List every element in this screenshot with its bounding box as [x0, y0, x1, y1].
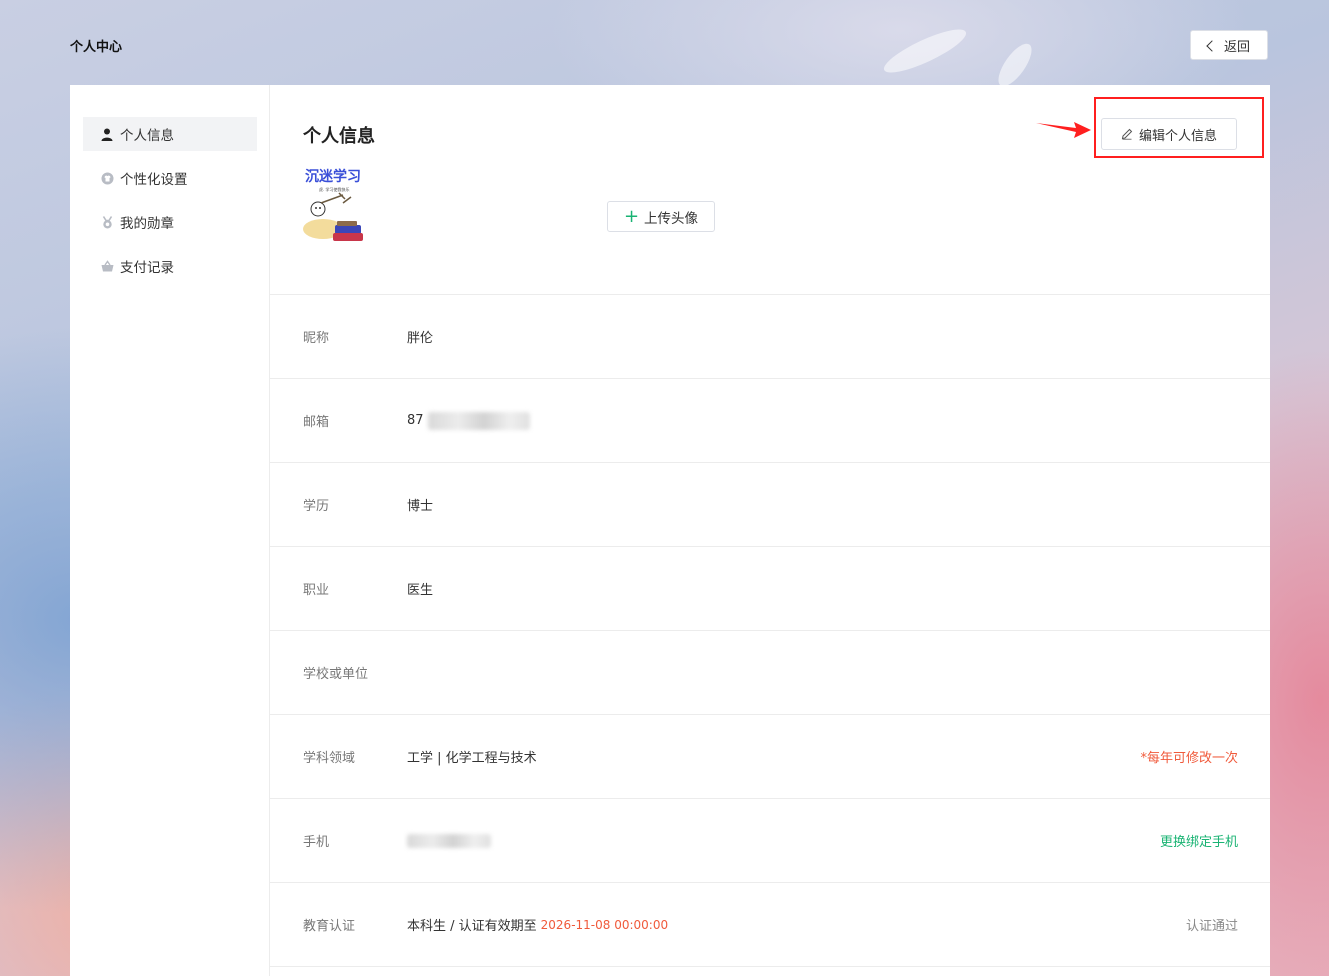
field-row-email: 邮箱 87: [270, 379, 1270, 463]
field-value-container: 本科生 / 认证有效期至 2026-11-08 00:00:00: [407, 915, 669, 935]
field-label: 学科领域: [303, 751, 356, 766]
field-row-school: 学校或单位: [270, 631, 1270, 715]
sidebar-item-label: 个人信息: [120, 128, 174, 144]
field-label: 邮箱: [303, 415, 330, 430]
field-label: 职业: [303, 583, 330, 598]
edit-profile-label: 编辑个人信息: [1138, 128, 1217, 144]
change-phone-link[interactable]: 更换绑定手机: [1160, 831, 1238, 850]
sidebar-item-payment-records[interactable]: 支付记录: [83, 249, 257, 283]
field-value-container: 87: [407, 411, 530, 430]
pencil-icon: [1121, 128, 1133, 140]
field-value: 胖伦: [407, 331, 434, 346]
verification-value: 本科生 / 认证有效期至: [407, 919, 537, 934]
plus-icon: +: [623, 205, 640, 227]
avatar-subtitle: 虎. 学习使我快乐: [319, 186, 350, 192]
verification-expiry-date: 2026-11-08 00:00:00: [540, 917, 669, 932]
medal-icon: [100, 215, 114, 229]
avatar-title: 沉迷学习: [305, 168, 361, 185]
field-label: 学校或单位: [303, 667, 369, 682]
field-label: 教育认证: [303, 919, 356, 934]
redacted-email: [427, 411, 530, 430]
shirt-icon: [100, 171, 114, 185]
field-row-phone: 手机 更换绑定手机: [270, 799, 1270, 883]
avatar: 沉迷学习 虎. 学习使我快乐: [303, 167, 367, 247]
field-row-education: 学历 博士: [270, 463, 1270, 547]
field-row-subject: 学科领域 工学 | 化学工程与技术 *每年可修改一次: [270, 715, 1270, 799]
edit-profile-button[interactable]: 编辑个人信息: [1101, 118, 1237, 150]
verification-status: 认证通过: [1185, 919, 1238, 934]
field-value: 博士: [407, 499, 434, 514]
upload-avatar-label: 上传头像: [644, 210, 699, 227]
profile-header: 个人信息 编辑个人信息 沉迷学习 虎. 学习使我快乐 + 上传头像: [270, 85, 1270, 295]
section-title: 个人信息: [303, 126, 375, 147]
arrow-right-icon: [1036, 122, 1091, 138]
redacted-phone: [407, 833, 491, 848]
sidebar-item-label: 支付记录: [120, 260, 174, 276]
field-label: 学历: [303, 499, 330, 514]
sidebar-item-medals[interactable]: 我的勋章: [83, 205, 257, 239]
main-content: 个人信息 编辑个人信息 沉迷学习 虎. 学习使我快乐 + 上传头像 昵称 胖伦 …: [270, 85, 1270, 976]
user-icon: [100, 127, 114, 141]
avatar-image: 沉迷学习 虎. 学习使我快乐: [303, 168, 363, 241]
background-decoration: [879, 22, 971, 80]
field-row-edu-verification: 教育认证 本科生 / 认证有效期至 2026-11-08 00:00:00 认证…: [270, 883, 1270, 967]
sidebar: 个人信息 个性化设置 我的勋章 支付记录: [70, 85, 270, 976]
field-value: 医生: [407, 583, 434, 598]
field-label: 昵称: [303, 331, 330, 346]
profile-card: 个人信息 个性化设置 我的勋章 支付记录 个人信息 编辑个人信息 沉迷学习 虎.…: [70, 85, 1270, 976]
sidebar-item-label: 个性化设置: [120, 172, 188, 188]
basket-icon: [100, 259, 114, 273]
sidebar-item-label: 我的勋章: [120, 216, 174, 232]
sidebar-item-personal-info[interactable]: 个人信息: [83, 117, 257, 151]
field-row-occupation: 职业 医生: [270, 547, 1270, 631]
background-decoration: [992, 38, 1038, 92]
sidebar-item-personalization[interactable]: 个性化设置: [83, 161, 257, 195]
back-button-label: 返回: [1223, 39, 1250, 55]
chevron-left-icon: [1206, 39, 1218, 52]
field-label: 手机: [303, 835, 330, 850]
back-button[interactable]: 返回: [1190, 30, 1268, 60]
field-value: 工学 | 化学工程与技术: [407, 751, 537, 766]
field-row-nickname: 昵称 胖伦: [270, 295, 1270, 379]
subject-edit-note: *每年可修改一次: [1140, 751, 1238, 766]
email-value: 87: [407, 413, 424, 428]
field-value-container: [407, 833, 491, 848]
upload-avatar-button[interactable]: + 上传头像: [607, 201, 715, 232]
page-title: 个人中心: [70, 40, 123, 55]
